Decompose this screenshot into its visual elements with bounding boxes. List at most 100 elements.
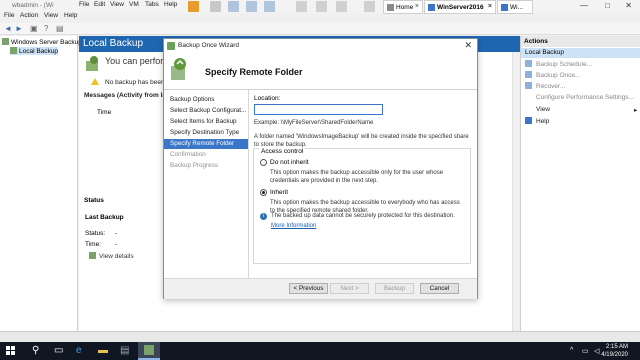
status-title: Status [84,197,104,204]
vm-menu-view[interactable]: View [110,1,124,8]
action-view[interactable]: View ▸ [536,106,637,114]
action-label: Backup Schedule... [536,61,593,68]
file-explorer-icon[interactable]: ▬ [98,345,108,356]
browser-icon[interactable]: e [76,345,82,356]
vm-tab-winserver2016[interactable]: WinServer2016 × [424,0,496,14]
close-icon[interactable]: × [488,3,492,10]
vm-menu-edit[interactable]: Edit [94,1,105,8]
recover-icon [525,82,532,89]
vm-icon [501,4,508,11]
action-label: View [536,106,550,113]
tree-item-label: Local Backup [19,48,59,55]
tree-item-windows-server-backup[interactable]: Windows Server Backup (L [2,38,89,46]
fullscreen-icon[interactable] [296,1,307,12]
server-manager-icon[interactable]: ▤ [120,345,129,356]
step-confirmation: Confirmation [170,151,206,158]
action-backup-schedule[interactable]: Backup Schedule... [525,60,592,68]
folder-note: A folder named 'WindowsImageBackup' will… [254,134,469,148]
next-button[interactable]: Next > [330,283,369,294]
taskbar-active-app[interactable] [138,342,160,360]
vm-menu-vm[interactable]: VM [129,1,139,8]
do-not-inherit-radio[interactable] [260,159,267,166]
actions-subheader[interactable]: Local Backup [521,48,640,58]
access-control-legend: Access control [259,148,306,155]
action-configure-performance[interactable]: Configure Performance Settings... [536,94,634,101]
location-label: Location: [254,95,281,102]
clock-time: 2:15 AM [605,344,628,350]
do-not-inherit-label[interactable]: Do not inherit [270,159,309,166]
properties-icon[interactable]: ▤ [56,24,64,33]
vm-menu-tabs[interactable]: Tabs [145,1,159,8]
help-icon[interactable]: ? [44,24,48,33]
step-specify-remote-folder[interactable]: Specify Remote Folder [164,139,248,149]
unity-icon[interactable] [316,1,327,12]
menu-file[interactable]: File [4,12,14,19]
step-select-items[interactable]: Select Items for Backup [164,117,248,127]
send-keys-icon[interactable] [210,1,221,12]
back-arrow-icon[interactable]: ◄ [4,24,12,33]
action-label: Recover... [536,83,566,90]
library-icon[interactable] [364,1,375,12]
action-label: Help [536,118,550,125]
action-backup-once[interactable]: Backup Once... [525,71,580,79]
view-details-link[interactable]: View details [89,252,134,260]
vm-tab-label: Home [396,4,414,11]
previous-button[interactable]: < Previous [289,283,328,294]
minimize-button[interactable]: — [580,1,588,10]
schedule-icon [525,60,532,67]
backup-icon [2,38,9,45]
task-view-icon[interactable]: ▭ [54,345,63,356]
step-backup-progress: Backup Progress [170,162,218,169]
status-row: Status: - [85,230,117,237]
wizard-steps: Backup Options Select Backup Configurat.… [164,90,249,278]
step-select-backup-configuration[interactable]: Select Backup Configurat... [164,106,248,116]
scrollbar[interactable] [512,52,520,331]
vm-menu-help[interactable]: Help [164,1,177,8]
step-specify-destination-type[interactable]: Specify Destination Type [164,128,248,138]
menu-view[interactable]: View [44,12,58,19]
maximize-button[interactable]: □ [605,1,610,10]
backup-once-wizard: Backup Once Wizard ✕ Specify Remote Fold… [163,38,478,299]
volume-icon[interactable]: ◁ [594,347,599,355]
close-icon[interactable]: ✕ [464,40,472,51]
snapshot-icon[interactable] [228,1,239,12]
info-text: The backed up data cannot be securely pr… [271,213,455,219]
status-strip [0,331,640,342]
search-icon[interactable]: ⚲ [32,345,39,356]
vm-tab-label: WinServer2016 [437,4,484,11]
close-icon[interactable]: × [415,3,419,10]
tree-item-local-backup[interactable]: Local Backup [10,47,59,55]
wizard-titlebar: Backup Once Wizard ✕ [164,39,477,53]
more-information-link[interactable]: More Information [271,223,316,229]
backup-icon [167,42,175,50]
inherit-radio[interactable] [260,189,267,196]
revert-snapshot-icon[interactable] [246,1,257,12]
menu-help[interactable]: Help [64,12,77,19]
snapshot-manager-icon[interactable] [264,1,275,12]
close-button[interactable]: ✕ [625,1,632,10]
windows-start-icon[interactable] [6,346,16,356]
action-help[interactable]: Help [525,117,549,125]
clock[interactable]: 2:15 AM 4/19/2020 [601,343,628,359]
show-hide-tree-icon[interactable]: ▣ [30,24,38,33]
messages-column-time[interactable]: Time [97,109,111,116]
chevron-up-icon[interactable]: ^ [570,347,573,354]
console-view-icon[interactable] [336,1,347,12]
warning-icon [91,78,99,85]
step-backup-options[interactable]: Backup Options [164,95,248,105]
inherit-label[interactable]: Inherit [270,189,288,196]
location-input[interactable] [254,104,383,115]
action-recover[interactable]: Recover... [525,82,565,90]
location-example: Example: \\MyFileServer\SharedFolderName [254,120,374,126]
pause-icon[interactable] [188,1,199,12]
forward-arrow-icon[interactable]: ► [15,24,23,33]
network-icon[interactable]: ▭ [582,347,589,355]
cancel-button[interactable]: Cancel [420,283,459,294]
vm-tab-other[interactable]: Wi... [497,0,533,14]
vm-icon [428,4,435,11]
backup-button[interactable]: Backup [375,283,414,294]
view-details-label: View details [99,253,134,260]
backup-once-icon [525,71,532,78]
menu-action[interactable]: Action [20,12,38,19]
vm-menu-file[interactable]: File [79,1,89,8]
